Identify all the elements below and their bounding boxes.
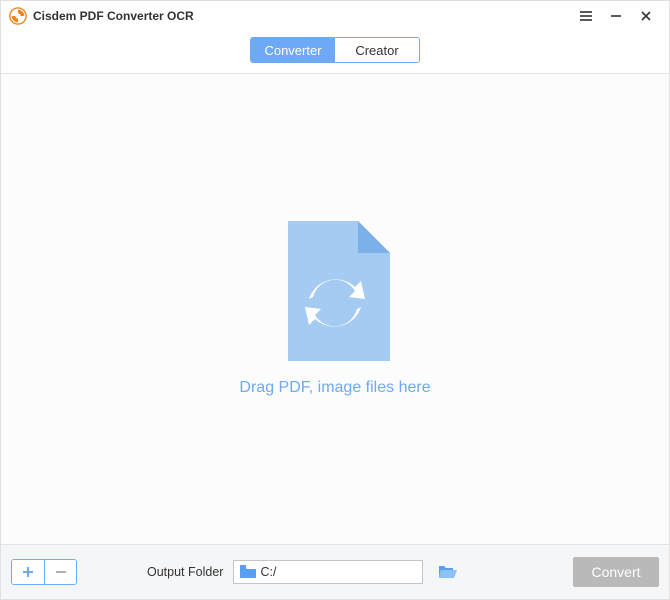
remove-file-button[interactable] [44,560,76,584]
convert-button[interactable]: Convert [573,557,659,587]
tab-creator[interactable]: Creator [335,38,419,62]
output-folder-label: Output Folder [147,565,223,579]
tab-row: Converter Creator [1,31,669,73]
menu-button[interactable] [571,2,601,30]
drop-zone[interactable]: Drag PDF, image files here [1,73,669,545]
titlebar: Cisdem PDF Converter OCR [1,1,669,31]
app-logo-icon [9,7,27,25]
tab-group: Converter Creator [250,37,420,63]
drop-hint-text: Drag PDF, image files here [239,379,430,397]
folder-icon [240,565,256,579]
minimize-button[interactable] [601,2,631,30]
app-title: Cisdem PDF Converter OCR [33,9,194,23]
close-button[interactable] [631,2,661,30]
add-file-button[interactable] [12,560,44,584]
output-folder-path: C:/ [260,565,276,579]
browse-folder-button[interactable] [437,561,459,583]
add-remove-group [11,559,77,585]
output-folder-field[interactable]: C:/ [233,560,423,584]
document-refresh-icon [280,221,390,361]
tab-converter[interactable]: Converter [251,38,335,62]
bottom-bar: Output Folder C:/ Convert [1,545,669,599]
